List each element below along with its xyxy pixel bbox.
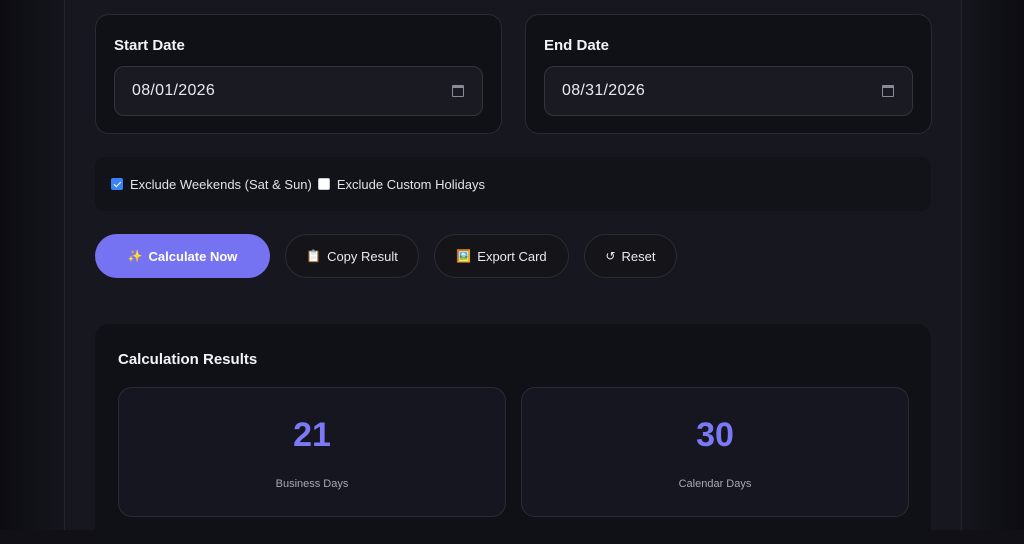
start-date-card: Start Date 08/01/2026 xyxy=(95,14,502,134)
end-date-card: End Date 08/31/2026 xyxy=(525,14,932,134)
export-card-label: Export Card xyxy=(477,248,547,264)
exclude-holidays-label: Exclude Custom Holidays xyxy=(336,176,485,192)
sparkles-icon: ✨ xyxy=(127,249,143,263)
calendar-days-value: 30 xyxy=(696,416,734,454)
copy-result-button[interactable]: 📋 Copy Result xyxy=(285,234,419,278)
left-backdrop xyxy=(0,0,64,530)
calendar-icon[interactable] xyxy=(452,85,464,97)
calendar-days-card: 30 Calendar Days xyxy=(521,387,909,517)
exclude-weekends-checkbox[interactable] xyxy=(111,178,123,190)
exclude-weekends-option[interactable]: Exclude Weekends (Sat & Sun) xyxy=(111,177,312,192)
end-date-value: 08/31/2026 xyxy=(562,82,646,99)
business-days-label: Business Days xyxy=(275,478,349,490)
exclude-weekends-label: Exclude Weekends (Sat & Sun) xyxy=(130,176,312,192)
export-card-button[interactable]: 🖼️ Export Card xyxy=(434,234,569,278)
results-title: Calculation Results xyxy=(118,351,258,368)
options-bar: Exclude Weekends (Sat & Sun) Exclude Cus… xyxy=(95,157,931,211)
clipboard-icon: 📋 xyxy=(306,249,322,263)
reset-button[interactable]: ↺ Reset xyxy=(584,234,677,278)
copy-result-label: Copy Result xyxy=(327,248,398,264)
calendar-days-label: Calendar Days xyxy=(678,478,752,490)
picture-icon: 🖼️ xyxy=(456,249,472,263)
calculator-panel: Start Date 08/01/2026 End Date 08/31/202… xyxy=(64,0,962,544)
start-date-label: Start Date xyxy=(114,37,185,54)
results-section: Calculation Results 21 Business Days 30 … xyxy=(95,324,931,544)
exclude-holidays-checkbox[interactable] xyxy=(317,178,330,190)
calculate-now-label: Calculate Now xyxy=(148,248,238,264)
calendar-icon[interactable] xyxy=(882,85,894,97)
right-backdrop xyxy=(962,0,1024,530)
exclude-holidays-option[interactable]: Exclude Custom Holidays xyxy=(317,176,485,192)
end-date-input[interactable]: 08/31/2026 xyxy=(544,66,913,116)
business-days-value: 21 xyxy=(293,416,331,454)
reset-label: Reset xyxy=(621,248,656,264)
end-date-label: End Date xyxy=(544,37,610,54)
reset-icon: ↺ xyxy=(605,249,616,263)
start-date-input[interactable]: 08/01/2026 xyxy=(114,66,483,116)
start-date-value: 08/01/2026 xyxy=(132,82,216,99)
calculate-now-button[interactable]: ✨ Calculate Now xyxy=(95,234,270,278)
business-days-card: 21 Business Days xyxy=(118,387,506,517)
